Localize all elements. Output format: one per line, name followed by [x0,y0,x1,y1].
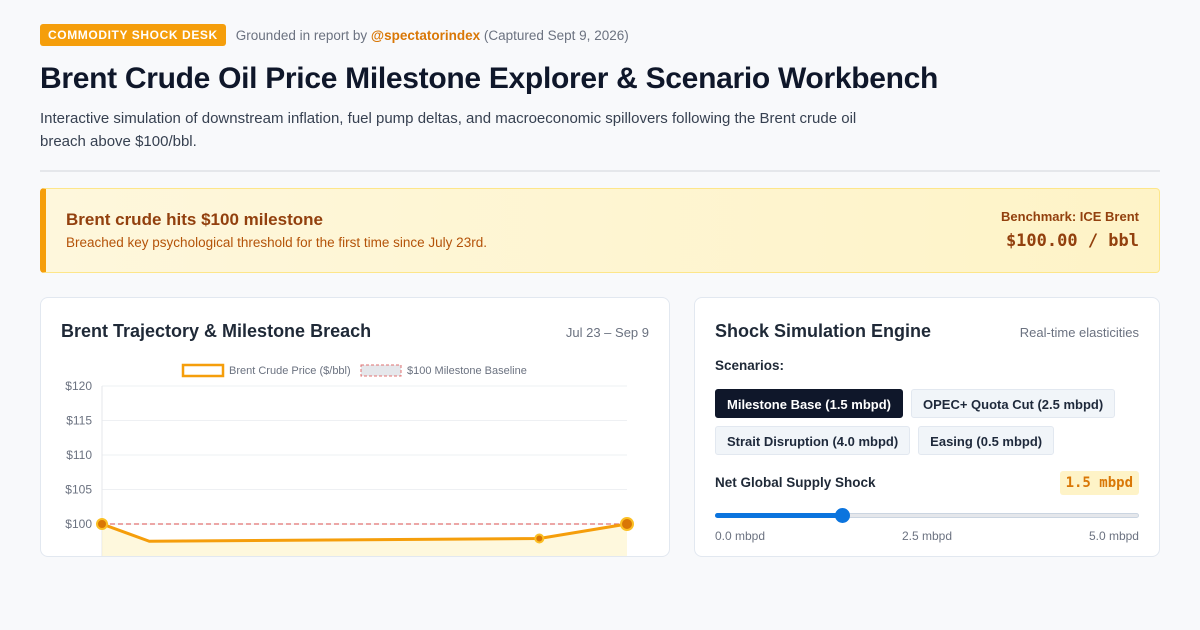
brent-data-point[interactable] [96,518,108,530]
legend-swatch-brent [181,363,225,378]
alert-description: Breached key psychological threshold for… [66,235,487,250]
slider-tick-mid: 2.5 mbpd [901,529,953,543]
brent-data-point[interactable] [534,533,545,544]
scenario-pills: Milestone Base (1.5 mbpd) OPEC+ Quota Cu… [715,389,1145,455]
y-tick-label: $115 [66,414,92,428]
supply-shock-label: Net Global Supply Shock [715,475,876,490]
page: COMMODITY SHOCK DESK Grounded in report … [40,24,1160,557]
scenario-easing-button[interactable]: Easing (0.5 mbpd) [918,426,1055,455]
desk-badge: COMMODITY SHOCK DESK [40,24,226,46]
sim-card-title: Shock Simulation Engine [715,321,932,341]
supply-shock-value: 1.5 mbpd [1059,471,1139,495]
slider-thumb[interactable] [835,508,851,523]
scenario-milestone-base-button[interactable]: Milestone Base (1.5 mbpd) [715,389,903,418]
benchmark-label: Benchmark: ICE Brent [1001,209,1139,224]
legend-label-baseline: $100 Milestone Baseline [407,365,527,377]
slider-tick-labels: 0.0 mbpd 2.5 mbpd 5.0 mbpd [715,529,1139,543]
brent-data-point[interactable] [620,517,634,531]
source-handle-link[interactable]: @spectatorindex [371,28,480,43]
slider-tick-max: 5.0 mbpd [1088,529,1139,543]
slider-fill [715,513,843,518]
scenario-opec-quota-cut-button[interactable]: OPEC+ Quota Cut (2.5 mbpd) [910,389,1116,418]
legend-swatch-baseline [360,364,402,377]
slider-tick-min: 0.0 mbpd [715,529,766,543]
alert-title: Brent crude hits $100 milestone [66,210,323,229]
brent-line-chart: Brent Crude Price ($/bbl) $100 Milestone … [65,363,634,556]
capture-date: (Captured Sept 9, 2026) [483,27,629,43]
header-divider [40,170,1160,172]
page-subtitle: Interactive simulation of downstream inf… [40,110,857,150]
meta-row: COMMODITY SHOCK DESK Grounded in report … [40,24,1160,46]
benchmark-price: $100.00 / bbl [1005,231,1139,251]
source-prefix: Grounded in report by [235,27,368,43]
y-tick-label: $105 [65,483,92,497]
y-tick-label: $120 [65,379,92,393]
milestone-alert: Brent crude hits $100 milestone Breached… [40,188,1160,273]
alert-benchmark-block: Benchmark: ICE Brent $100.00 / bbl [1001,209,1139,251]
scenarios-label: Scenarios: [715,358,785,373]
legend-label-brent: Brent Crude Price ($/bbl) [229,365,351,377]
supply-shock-slider[interactable] [715,507,1139,523]
page-title: Brent Crude Oil Price Milestone Explorer… [40,62,939,95]
simulation-card: Shock Simulation Engine Real-time elasti… [694,297,1160,557]
scenario-strait-disruption-button[interactable]: Strait Disruption (4.0 mbpd) [715,426,911,455]
sim-card-meta: Real-time elasticities [1019,325,1139,340]
y-tick-label: $110 [66,448,92,462]
trajectory-chart-card: Brent Trajectory & Milestone Breach Jul … [40,297,670,557]
source-attribution: Grounded in report by @spectatorindex (C… [236,28,629,43]
y-tick-label: $100 [65,517,92,531]
